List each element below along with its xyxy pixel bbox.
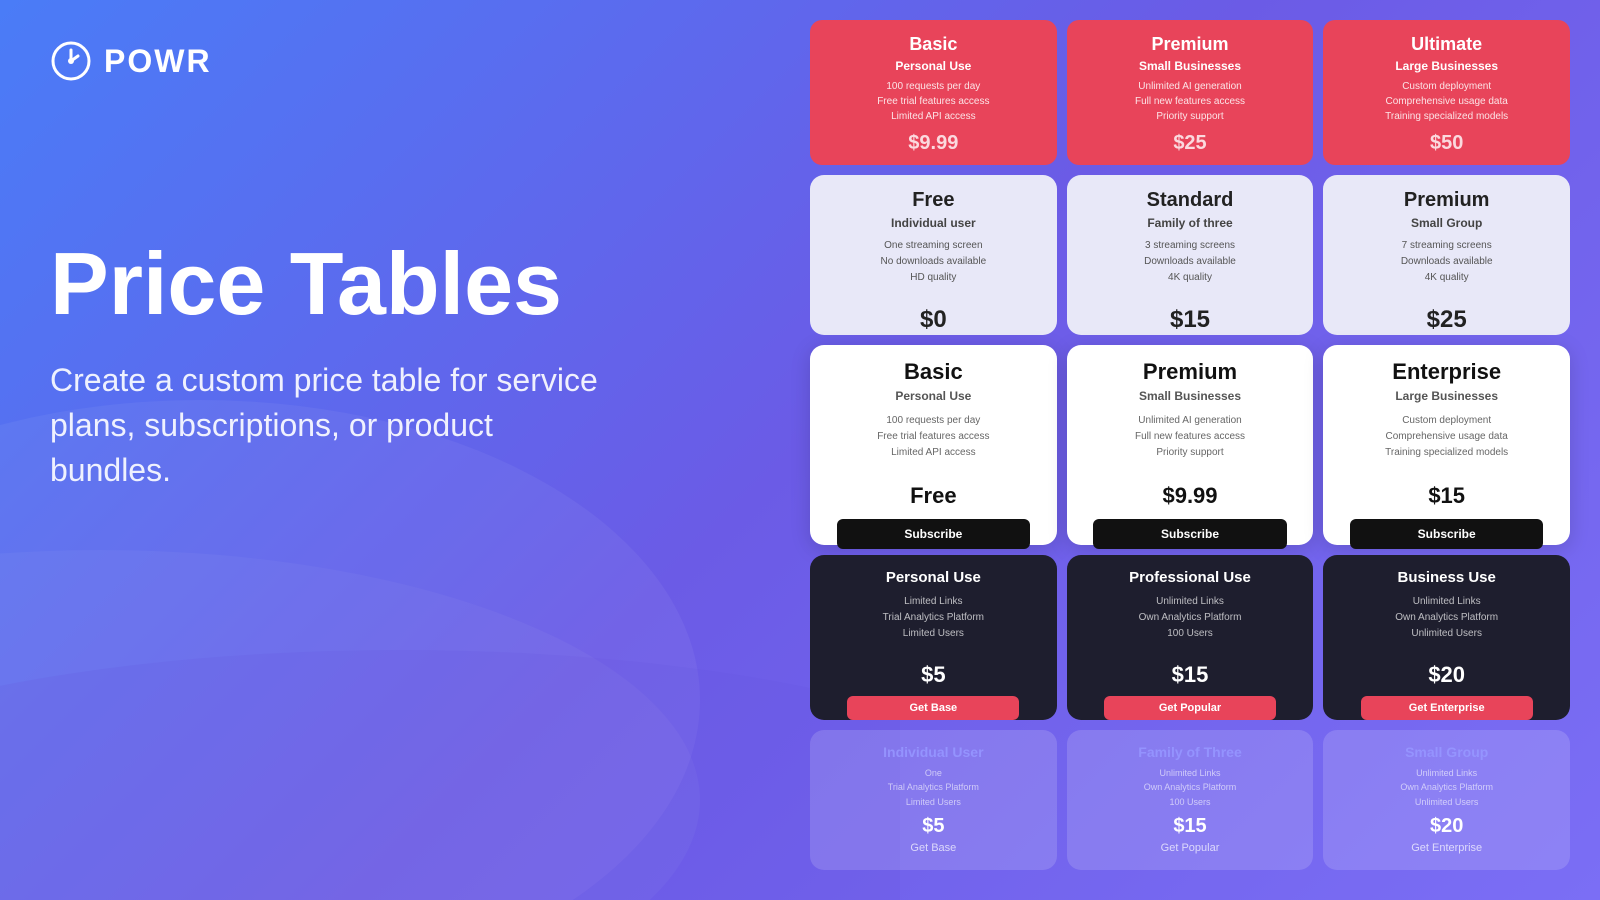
card-title: Personal Use xyxy=(886,569,981,586)
card-price: $0 xyxy=(920,306,947,334)
card-features: Unlimited AI generationFull new features… xyxy=(1135,79,1245,124)
card-enterprise-white: Enterprise Large Businesses Custom deplo… xyxy=(1323,345,1570,545)
card-title: Individual User xyxy=(883,744,983,760)
card-features: Custom deploymentComprehensive usage dat… xyxy=(1385,413,1508,461)
card-smallgroup-transparent: Small Group Unlimited LinksOwn Analytics… xyxy=(1323,730,1570,870)
card-features: 100 requests per dayFree trial features … xyxy=(877,413,989,461)
get-base-button[interactable]: Get Base xyxy=(847,696,1019,720)
card-price: $25 xyxy=(1173,132,1206,155)
card-title: Standard xyxy=(1147,189,1234,212)
card-price: $5 xyxy=(921,662,945,688)
card-subtitle: Large Businesses xyxy=(1395,389,1498,403)
card-basic-white: Basic Personal Use 100 requests per dayF… xyxy=(810,345,1057,545)
card-basic-pink: Basic Personal Use 100 requests per dayF… xyxy=(810,20,1057,165)
card-price: $15 xyxy=(1172,662,1209,688)
card-features: 100 requests per dayFree trial features … xyxy=(877,79,989,124)
card-price: Free xyxy=(910,483,956,509)
price-tables-panel: Basic Personal Use 100 requests per dayF… xyxy=(780,0,1600,900)
card-title: Small Group xyxy=(1405,744,1488,760)
get-popular-text-button[interactable]: Get Popular xyxy=(1161,842,1220,854)
card-price: $9.99 xyxy=(1162,483,1217,509)
card-price: $50 xyxy=(1430,132,1463,155)
card-features: One streaming screenNo downloads availab… xyxy=(881,238,987,286)
price-table-row-1: Basic Personal Use 100 requests per dayF… xyxy=(810,20,1570,165)
card-family-transparent: Family of Three Unlimited LinksOwn Analy… xyxy=(1067,730,1314,870)
card-ultimate-pink: Ultimate Large Businesses Custom deploym… xyxy=(1323,20,1570,165)
get-popular-button[interactable]: Get Popular xyxy=(1104,696,1276,720)
card-subtitle: Personal Use xyxy=(895,59,971,73)
card-premium-lavender: Premium Small Group 7 streaming screensD… xyxy=(1323,175,1570,335)
card-price: $15 xyxy=(1170,306,1210,334)
card-features: Unlimited LinksOwn Analytics Platform100… xyxy=(1139,594,1242,642)
card-title: Basic xyxy=(909,34,957,55)
card-title: Premium xyxy=(1151,34,1228,55)
card-features: Custom deploymentComprehensive usage dat… xyxy=(1385,79,1508,124)
card-price: $5 xyxy=(922,815,944,838)
card-price: $9.99 xyxy=(908,132,958,155)
get-base-text-button[interactable]: Get Base xyxy=(910,842,956,854)
card-subtitle: Family of three xyxy=(1147,216,1232,230)
card-features: OneTrial Analytics PlatformLimited Users xyxy=(888,766,979,809)
card-individual-transparent: Individual User OneTrial Analytics Platf… xyxy=(810,730,1057,870)
card-features: Limited LinksTrial Analytics PlatformLim… xyxy=(883,594,984,642)
header: POWR xyxy=(50,40,212,82)
card-title: Free xyxy=(912,189,954,212)
subscribe-button-premium[interactable]: Subscribe xyxy=(1093,519,1286,549)
card-standard-lavender: Standard Family of three 3 streaming scr… xyxy=(1067,175,1314,335)
card-premium-white: Premium Small Businesses Unlimited AI ge… xyxy=(1067,345,1314,545)
card-free-lavender: Free Individual user One streaming scree… xyxy=(810,175,1057,335)
card-price: $25 xyxy=(1427,306,1467,334)
price-table-row-3: Basic Personal Use 100 requests per dayF… xyxy=(810,345,1570,545)
price-table-row-5: Individual User OneTrial Analytics Platf… xyxy=(810,730,1570,870)
card-professional-dark: Professional Use Unlimited LinksOwn Anal… xyxy=(1067,555,1314,720)
card-price: $20 xyxy=(1430,815,1463,838)
card-title: Enterprise xyxy=(1392,359,1501,385)
get-enterprise-button[interactable]: Get Enterprise xyxy=(1361,696,1533,720)
card-features: 7 streaming screensDownloads available4K… xyxy=(1401,238,1493,286)
card-title: Basic xyxy=(904,359,963,385)
card-personal-dark: Personal Use Limited LinksTrial Analytic… xyxy=(810,555,1057,720)
card-price: $15 xyxy=(1428,483,1465,509)
card-title: Business Use xyxy=(1397,569,1495,586)
hero-subtitle: Create a custom price table for service … xyxy=(50,358,610,492)
hero-section: Price Tables Create a custom price table… xyxy=(50,240,610,492)
card-price: $20 xyxy=(1428,662,1465,688)
card-features: Unlimited LinksOwn Analytics Platform100… xyxy=(1144,766,1237,809)
card-business-dark: Business Use Unlimited LinksOwn Analytic… xyxy=(1323,555,1570,720)
card-features: Unlimited LinksOwn Analytics PlatformUnl… xyxy=(1395,594,1498,642)
price-table-row-4: Personal Use Limited LinksTrial Analytic… xyxy=(810,555,1570,720)
card-title: Family of Three xyxy=(1138,744,1241,760)
logo-text: POWR xyxy=(104,43,212,80)
card-title: Ultimate xyxy=(1411,34,1482,55)
get-enterprise-text-button[interactable]: Get Enterprise xyxy=(1411,842,1482,854)
card-title: Premium xyxy=(1143,359,1237,385)
card-subtitle: Personal Use xyxy=(895,389,971,403)
card-title: Professional Use xyxy=(1129,569,1251,586)
subscribe-button-enterprise[interactable]: Subscribe xyxy=(1350,519,1543,549)
card-price: $15 xyxy=(1173,815,1206,838)
card-title: Premium xyxy=(1404,189,1490,212)
card-features: Unlimited AI generationFull new features… xyxy=(1135,413,1245,461)
subscribe-button-basic[interactable]: Subscribe xyxy=(837,519,1030,549)
card-premium-pink: Premium Small Businesses Unlimited AI ge… xyxy=(1067,20,1314,165)
card-subtitle: Individual user xyxy=(891,216,976,230)
hero-title: Price Tables xyxy=(50,240,610,328)
powr-logo-icon xyxy=(50,40,92,82)
card-subtitle: Small Businesses xyxy=(1139,59,1241,73)
card-subtitle: Small Businesses xyxy=(1139,389,1241,403)
card-subtitle: Large Businesses xyxy=(1395,59,1498,73)
price-table-row-2: Free Individual user One streaming scree… xyxy=(810,175,1570,335)
card-features: 3 streaming screensDownloads available4K… xyxy=(1144,238,1236,286)
card-features: Unlimited LinksOwn Analytics PlatformUnl… xyxy=(1400,766,1493,809)
card-subtitle: Small Group xyxy=(1411,216,1482,230)
